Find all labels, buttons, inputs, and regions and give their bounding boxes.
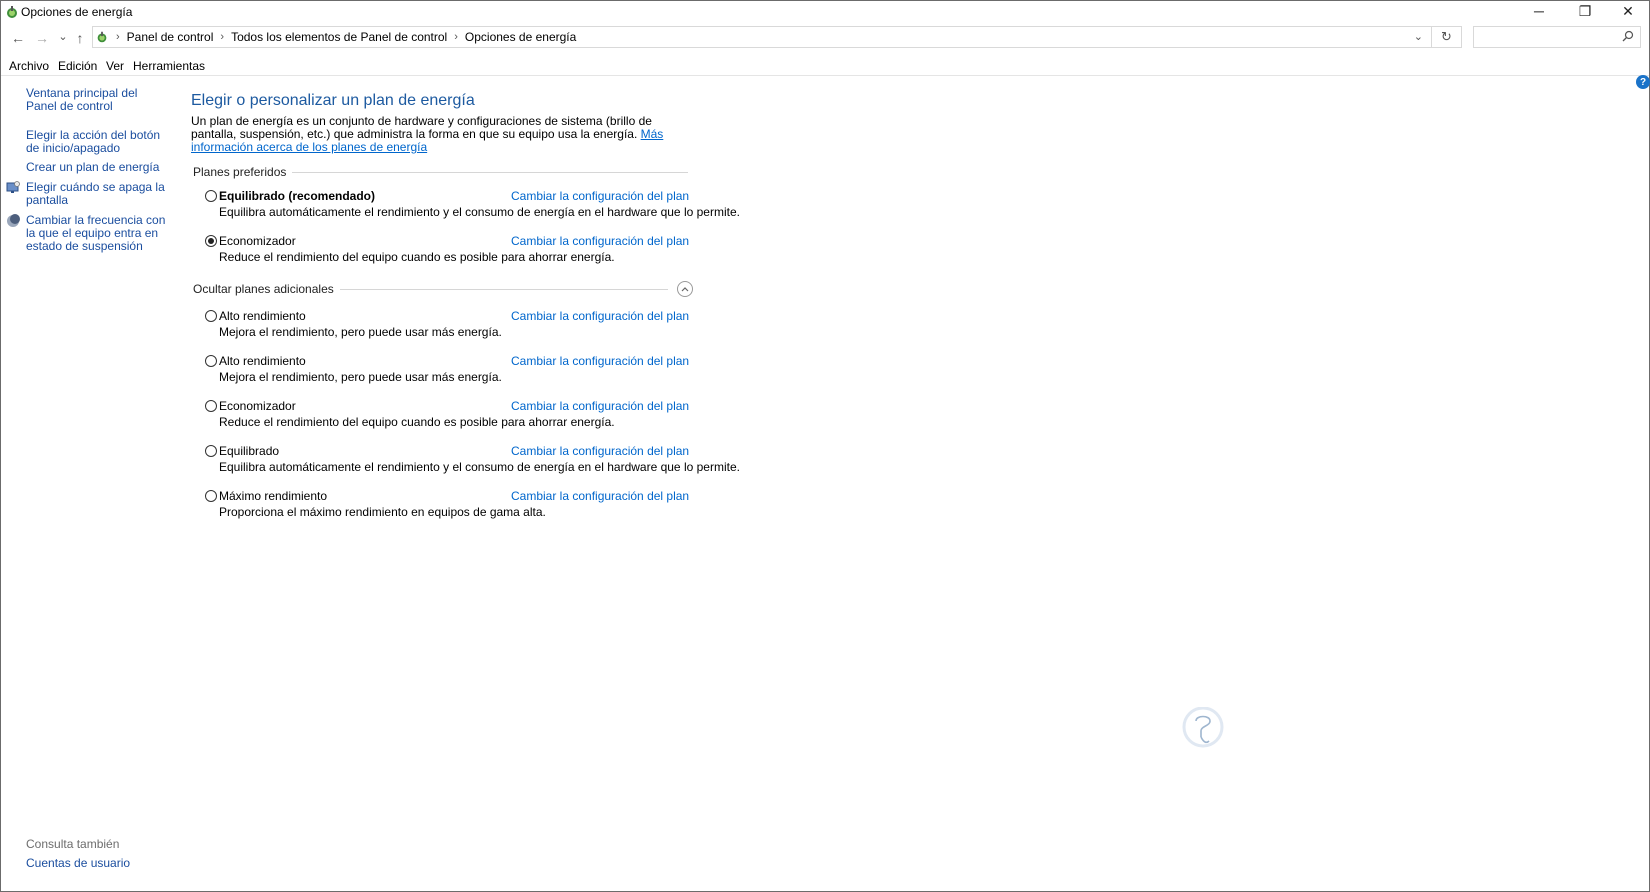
sidebar-link-power-button-action[interactable]: Elegir la acción del botón de inicio/apa… [26,129,166,155]
forward-arrow-icon: → [35,30,49,46]
plan-row: Máximo rendimiento Proporciona el máximo… [205,489,689,523]
plan-description: Reduce el rendimiento del equipo cuando … [219,415,615,429]
back-arrow-icon: ← [11,30,25,46]
monitor-icon [6,181,20,193]
breadcrumb-all-items[interactable]: Todos los elementos de Panel de control [231,30,447,44]
plan-name[interactable]: Equilibrado [219,444,279,458]
plan-radio-high-performance-2[interactable] [205,355,217,367]
address-bar[interactable]: › Panel de control › Todos los elementos… [92,26,1432,48]
sidebar-link-display-off[interactable]: Elegir cuándo se apaga la pantalla [26,181,166,207]
sidebar-link-sleep-settings[interactable]: Cambiar la frecuencia con la que el equi… [26,214,166,253]
breadcrumb-separator-icon[interactable]: › [116,31,120,43]
plan-name[interactable]: Alto rendimiento [219,354,306,368]
plan-radio-power-saver[interactable] [205,235,217,247]
recent-locations-button[interactable]: ⌄ [54,27,72,45]
breadcrumb-control-panel[interactable]: Panel de control [127,30,214,44]
additional-plans-toggle[interactable]: Ocultar planes adicionales [193,282,340,296]
see-also-title: Consulta también [26,837,120,851]
change-plan-settings-link[interactable]: Cambiar la configuración del plan [511,309,689,323]
power-options-icon [7,6,17,18]
restore-button[interactable]: ❐ [1562,1,1608,21]
plan-name[interactable]: Alto rendimiento [219,309,306,323]
change-plan-settings-link[interactable]: Cambiar la configuración del plan [511,489,689,503]
intro-text: Un plan de energía es un conjunto de har… [191,114,664,154]
plan-row: Equilibrado Equilibra automáticamente el… [205,444,740,478]
search-icon[interactable] [1622,30,1634,42]
close-icon: ✕ [1622,2,1634,19]
plan-row: Equilibrado (recomendado) Equilibra auto… [205,189,740,223]
page-title: Elegir o personalizar un plan de energía [191,92,475,109]
change-plan-settings-link[interactable]: Cambiar la configuración del plan [511,444,689,458]
menu-edicion[interactable]: Edición [58,59,97,73]
additional-plans-section: Ocultar planes adicionales [193,281,693,297]
preferred-plans-section: Planes preferidos [193,165,688,179]
title-bar: Opciones de energía ─ ❐ ✕ [1,1,1649,23]
back-button[interactable]: ← [9,29,27,47]
plan-description: Equilibra automáticamente el rendimiento… [219,205,740,219]
plan-description: Reduce el rendimiento del equipo cuando … [219,250,615,264]
breadcrumb: › Panel de control › Todos los elementos… [93,27,576,47]
chevron-down-icon: ⌄ [58,30,68,43]
up-arrow-icon: ↑ [76,30,84,46]
breadcrumb-separator-icon[interactable]: › [220,31,224,43]
plan-name[interactable]: Máximo rendimiento [219,489,327,503]
moon-icon [7,214,20,227]
menu-ver[interactable]: Ver [106,59,124,73]
menu-bar: Archivo Edición Ver Herramientas [1,57,1649,76]
plan-row: Economizador Reduce el rendimiento del e… [205,399,689,433]
sidebar-link-create-plan[interactable]: Crear un plan de energía [26,161,166,174]
help-icon[interactable]: ? [1636,75,1650,89]
search-box[interactable] [1473,26,1641,48]
change-plan-settings-link[interactable]: Cambiar la configuración del plan [511,189,689,203]
watermark-logo-icon [1182,707,1224,748]
refresh-icon: ↻ [1441,29,1452,44]
plan-radio-balanced-recommended[interactable] [205,190,217,202]
menu-archivo[interactable]: Archivo [9,59,49,73]
preferred-plans-title: Planes preferidos [193,165,293,179]
change-plan-settings-link[interactable]: Cambiar la configuración del plan [511,234,689,248]
restore-icon: ❐ [1578,2,1592,19]
plan-radio-high-performance[interactable] [205,310,217,322]
plan-description: Mejora el rendimiento, pero puede usar m… [219,370,502,384]
plan-radio-ultimate-performance[interactable] [205,490,217,502]
see-also-link-user-accounts[interactable]: Cuentas de usuario [26,857,166,870]
plan-name[interactable]: Equilibrado (recomendado) [219,189,375,203]
plan-name[interactable]: Economizador [219,234,296,248]
sidebar: Ventana principal del Panel de control E… [1,75,171,891]
plan-description: Equilibra automáticamente el rendimiento… [219,460,740,474]
sidebar-link-control-panel-home[interactable]: Ventana principal del Panel de control [26,87,166,113]
control-panel-icon [97,31,107,43]
plan-row: Alto rendimiento Mejora el rendimiento, … [205,354,689,388]
plan-radio-balanced[interactable] [205,445,217,457]
plan-radio-power-saver-2[interactable] [205,400,217,412]
plan-description: Proporciona el máximo rendimiento en equ… [219,505,546,519]
forward-button[interactable]: → [33,29,51,47]
minimize-icon: ─ [1534,3,1544,19]
refresh-button[interactable]: ↻ [1432,26,1462,48]
change-plan-settings-link[interactable]: Cambiar la configuración del plan [511,354,689,368]
up-button[interactable]: ↑ [71,29,89,47]
plan-row: Economizador Reduce el rendimiento del e… [205,234,689,268]
close-button[interactable]: ✕ [1605,1,1650,21]
plan-row: Alto rendimiento Mejora el rendimiento, … [205,309,689,343]
search-input[interactable] [1478,28,1622,48]
minimize-button[interactable]: ─ [1516,1,1562,21]
address-dropdown-icon[interactable]: ⌄ [1414,30,1423,43]
change-plan-settings-link[interactable]: Cambiar la configuración del plan [511,399,689,413]
breadcrumb-power-options[interactable]: Opciones de energía [465,30,576,44]
chevron-up-icon [681,287,689,292]
plan-name[interactable]: Economizador [219,399,296,413]
window-title: Opciones de energía [21,5,133,19]
menu-herramientas[interactable]: Herramientas [133,59,205,73]
breadcrumb-separator-icon[interactable]: › [454,31,458,43]
plan-description: Mejora el rendimiento, pero puede usar m… [219,325,502,339]
collapse-button[interactable] [677,281,693,297]
